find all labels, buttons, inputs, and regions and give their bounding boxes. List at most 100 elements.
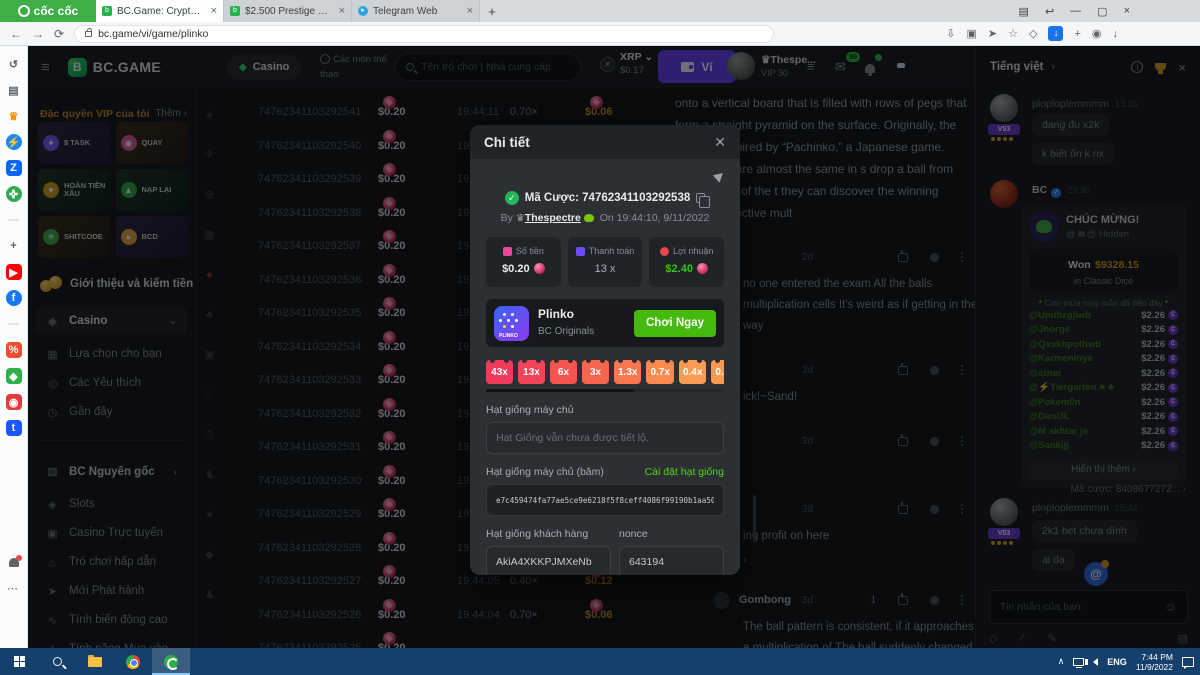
hashed-seed-field[interactable] xyxy=(486,484,724,516)
lock-icon xyxy=(85,31,92,37)
client-seed-field[interactable] xyxy=(486,546,611,575)
maximize-button[interactable]: ▢ xyxy=(1097,5,1107,18)
rail-icon[interactable]: t xyxy=(6,420,22,436)
volume-icon[interactable] xyxy=(1093,658,1098,666)
tab-close-icon[interactable]: × xyxy=(467,5,473,17)
tab-plinko-challenge[interactable]: b $2.500 Prestige Plinko Challe × xyxy=(224,0,352,22)
language-indicator[interactable]: ENG xyxy=(1107,657,1127,667)
client-seed-input[interactable] xyxy=(496,556,601,568)
rail-icon[interactable]: + xyxy=(6,238,22,254)
bet-meta-row: By ♛Thespectre On 19:44:10, 9/11/2022 xyxy=(486,212,724,224)
coccoc-taskbar-icon[interactable] xyxy=(152,648,190,675)
game-provider: BC Originals xyxy=(538,326,594,337)
downloads-icon[interactable]: ↓ xyxy=(1113,28,1119,40)
file-explorer-icon[interactable] xyxy=(76,648,114,675)
multiplier-chip: 43x xyxy=(486,360,513,384)
back-icon[interactable]: ← xyxy=(10,27,22,41)
rail-more-icon[interactable]: ⋯ xyxy=(7,582,19,595)
downloader-icon[interactable]: ↓ xyxy=(1048,26,1063,41)
nonce-input[interactable] xyxy=(629,556,714,568)
multiplier-chip: 0.7x xyxy=(646,360,673,384)
game-row: Plinko BC Originals Chơi Ngay xyxy=(486,299,724,347)
hashed-seed-label: Hạt giống máy chủ (băm) xyxy=(486,466,604,478)
plinko-game-icon xyxy=(494,306,529,341)
wallet-icon xyxy=(576,247,585,256)
close-window-button[interactable]: × xyxy=(1124,5,1130,17)
hashed-seed-input[interactable] xyxy=(496,496,714,505)
network-icon[interactable] xyxy=(1073,658,1084,666)
seed-settings-link[interactable]: Cài đặt hạt giống xyxy=(645,466,724,478)
translate-icon[interactable]: ▣ xyxy=(966,27,976,40)
reader-mode-icon[interactable]: ▤ xyxy=(1019,5,1029,18)
url-input[interactable]: bc.game/vi/game/plinko xyxy=(74,25,774,43)
multiplier-chip: 0.4x xyxy=(711,360,724,384)
bet-id-text: Mã Cược: 74762341103292538 xyxy=(525,192,691,204)
stat-payout: Thanh toán 13 x xyxy=(568,237,643,287)
close-modal-icon[interactable]: ✕ xyxy=(714,134,726,151)
notification-bell-icon[interactable] xyxy=(9,558,19,567)
minimize-button[interactable]: — xyxy=(1070,5,1081,17)
client-seed-label: Hạt giống khách hàng xyxy=(486,528,611,540)
tab-bcgame[interactable]: b BC.Game: Crypto Casino Gan × xyxy=(96,0,224,22)
download-page-icon[interactable]: ⇩ xyxy=(946,27,955,40)
multiplier-chip: 13x xyxy=(518,360,545,384)
rail-icon[interactable]: ↺ xyxy=(6,56,22,72)
multiplier-chips: 43x13x6x3x1.3x0.7x0.4x0.4x0.7x xyxy=(486,360,724,384)
coin-icon xyxy=(534,263,545,274)
taskbar-clock[interactable]: 7:44 PM11/9/2022 xyxy=(1136,652,1173,672)
multiplier-chip: 3x xyxy=(582,360,609,384)
tab-telegram[interactable]: ▸ Telegram Web × xyxy=(352,0,480,22)
rail-icon[interactable]: Z xyxy=(6,160,22,176)
telegram-favicon: ▸ xyxy=(358,6,368,16)
rail-icon[interactable]: ◈ xyxy=(6,368,22,384)
chips-scrollbar[interactable] xyxy=(486,389,724,392)
rail-icon[interactable]: % xyxy=(6,342,22,358)
adblock-shield-icon[interactable]: ◇ xyxy=(1029,27,1037,40)
tab-close-icon[interactable]: × xyxy=(339,5,345,17)
profile-icon[interactable]: ◉ xyxy=(1092,27,1102,40)
start-button[interactable] xyxy=(0,648,38,675)
stat-amount: Số tiền $0.20 xyxy=(486,237,561,287)
tab-close-icon[interactable]: × xyxy=(211,5,217,17)
rail-icon[interactable]: ▶ xyxy=(6,264,22,280)
rail-icon[interactable]: ◉ xyxy=(6,394,22,410)
player-link[interactable]: Thespectre xyxy=(525,212,581,224)
server-seed-field[interactable] xyxy=(486,422,724,454)
share-icon[interactable]: ➤ xyxy=(988,27,997,40)
coccoc-brand: cốc cốc xyxy=(0,0,96,22)
rail-icon[interactable]: ✜ xyxy=(6,186,22,202)
copy-icon[interactable] xyxy=(696,193,705,203)
rail-icon[interactable]: ⚡ xyxy=(6,134,22,150)
nonce-field[interactable] xyxy=(619,546,724,575)
bcgame-favicon: b xyxy=(230,6,240,16)
rail-icon[interactable]: ♛ xyxy=(6,108,22,124)
bookmark-star-icon[interactable]: ☆ xyxy=(1008,27,1018,40)
server-seed-input[interactable] xyxy=(496,432,714,444)
coccoc-brand-label: cốc cốc xyxy=(34,4,79,18)
new-tab-button[interactable]: + xyxy=(480,0,504,22)
windows-taskbar: ∧ ENG 7:44 PM11/9/2022 xyxy=(0,648,1200,675)
reload-icon[interactable]: ⟳ xyxy=(54,27,64,41)
bet-details-modal: Chi tiết ✕ ✓ Mã Cược: 74762341103292538 … xyxy=(470,125,740,575)
forward-icon[interactable]: → xyxy=(32,27,44,41)
crown-icon: ♛ xyxy=(516,213,525,224)
bcgame-favicon: b xyxy=(102,6,112,16)
share-bet-icon[interactable] xyxy=(713,169,726,182)
restore-tab-icon[interactable]: ↩ xyxy=(1045,5,1054,18)
multiplier-chip: 0.4x xyxy=(679,360,706,384)
rail-icon[interactable]: f xyxy=(6,290,22,306)
rail-icon[interactable]: — xyxy=(6,316,22,332)
play-now-button[interactable]: Chơi Ngay xyxy=(634,310,716,337)
multiplier-chip: 1.3x xyxy=(614,360,641,384)
rail-icon[interactable]: — xyxy=(6,212,22,228)
rail-icon[interactable]: ▤ xyxy=(6,82,22,98)
stat-profit: Lợi nhuận $2.40 xyxy=(649,237,724,287)
chrome-icon[interactable] xyxy=(114,648,152,675)
hidden-icons-caret[interactable]: ∧ xyxy=(1058,656,1065,667)
browser-addressbar: ← → ⟳ bc.game/vi/game/plinko ⇩ ▣ ➤ ☆ ◇ ↓… xyxy=(0,22,1200,46)
taskbar-search-icon[interactable] xyxy=(38,648,76,675)
game-name: Plinko xyxy=(538,307,574,321)
action-center-icon[interactable] xyxy=(1182,657,1194,667)
extensions-icon[interactable]: + xyxy=(1074,28,1080,40)
verified-shield-icon: ✓ xyxy=(505,191,519,205)
